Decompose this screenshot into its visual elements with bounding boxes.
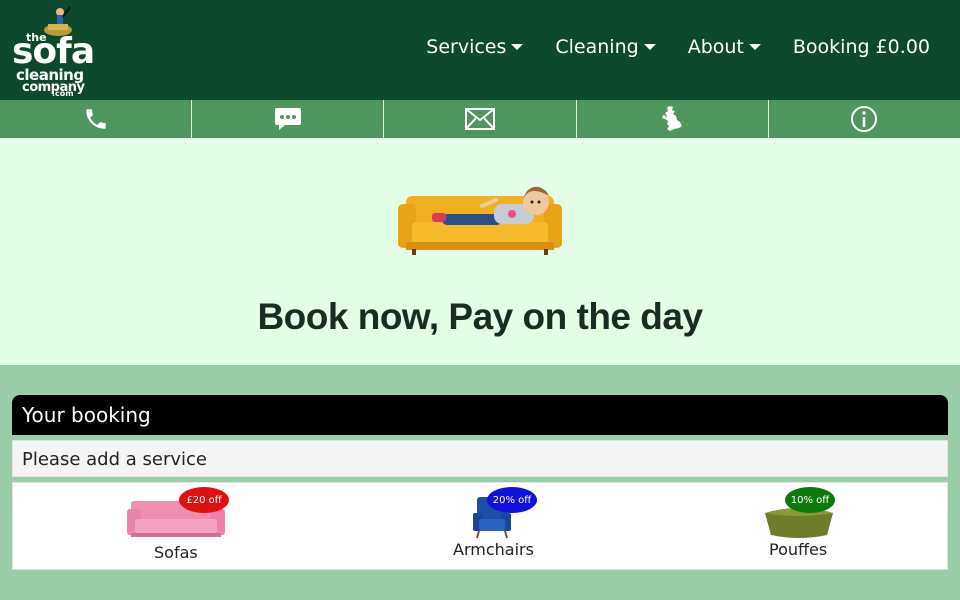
discount-badge-sofas: £20 off bbox=[179, 487, 229, 513]
email-button[interactable] bbox=[384, 100, 577, 138]
service-armchairs[interactable]: 20% off Armchairs bbox=[445, 485, 555, 565]
nav-booking[interactable]: Booking £0.00 bbox=[793, 36, 930, 58]
service-pouffes[interactable]: 10% off Pouffes bbox=[753, 485, 853, 565]
nav-services[interactable]: Services bbox=[426, 36, 524, 58]
info-icon bbox=[851, 106, 878, 132]
chevron-down-icon bbox=[511, 44, 524, 50]
contact-icon-bar bbox=[0, 100, 960, 138]
chat-icon bbox=[274, 108, 301, 130]
site-logo[interactable]: the sofa cleaning company .com bbox=[10, 4, 110, 98]
info-button[interactable] bbox=[769, 100, 960, 138]
phone-button[interactable] bbox=[0, 100, 193, 138]
phone-icon bbox=[85, 109, 106, 129]
chat-button[interactable] bbox=[192, 100, 385, 138]
service-label-sofas: Sofas bbox=[154, 543, 198, 562]
discount-badge-armchairs-text: 20% off bbox=[492, 494, 532, 506]
sofa-character-illustration bbox=[398, 186, 562, 255]
mail-icon bbox=[465, 108, 495, 130]
main-nav: Services Cleaning About Booking £0.00 bbox=[426, 36, 930, 58]
nav-cleaning-label: Cleaning bbox=[555, 36, 639, 58]
nav-about[interactable]: About bbox=[688, 36, 761, 58]
booking-empty-message: Please add a service bbox=[12, 440, 948, 477]
discount-badge-pouffes: 10% off bbox=[785, 487, 835, 513]
discount-badge-armchairs: 20% off bbox=[487, 487, 537, 513]
discount-badge-sofas-text: £20 off bbox=[186, 494, 222, 506]
service-picker: £20 off Sofas 20% off Armchairs 10% off … bbox=[12, 482, 948, 570]
service-sofas[interactable]: £20 off Sofas bbox=[123, 485, 243, 565]
nav-about-label: About bbox=[687, 36, 744, 58]
site-header: the sofa cleaning company .com Services … bbox=[0, 0, 960, 100]
chevron-down-icon bbox=[748, 44, 761, 50]
nav-services-label: Services bbox=[426, 36, 507, 58]
logo-sofa: sofa bbox=[12, 31, 95, 72]
chevron-down-icon bbox=[643, 44, 656, 50]
coverage-map-button[interactable] bbox=[577, 100, 769, 138]
page-title: Book now, Pay on the day bbox=[257, 296, 703, 337]
discount-badge-pouffes-text: 10% off bbox=[790, 494, 830, 506]
nav-booking-label: Booking £0.00 bbox=[792, 36, 930, 58]
service-label-pouffes: Pouffes bbox=[769, 540, 828, 559]
logo-com: .com bbox=[52, 89, 74, 98]
uk-map-icon bbox=[662, 106, 683, 131]
booking-heading: Your booking bbox=[12, 395, 948, 435]
nav-cleaning[interactable]: Cleaning bbox=[555, 36, 656, 58]
service-label-armchairs: Armchairs bbox=[453, 540, 534, 559]
hero-section: Book now, Pay on the day bbox=[0, 138, 960, 365]
